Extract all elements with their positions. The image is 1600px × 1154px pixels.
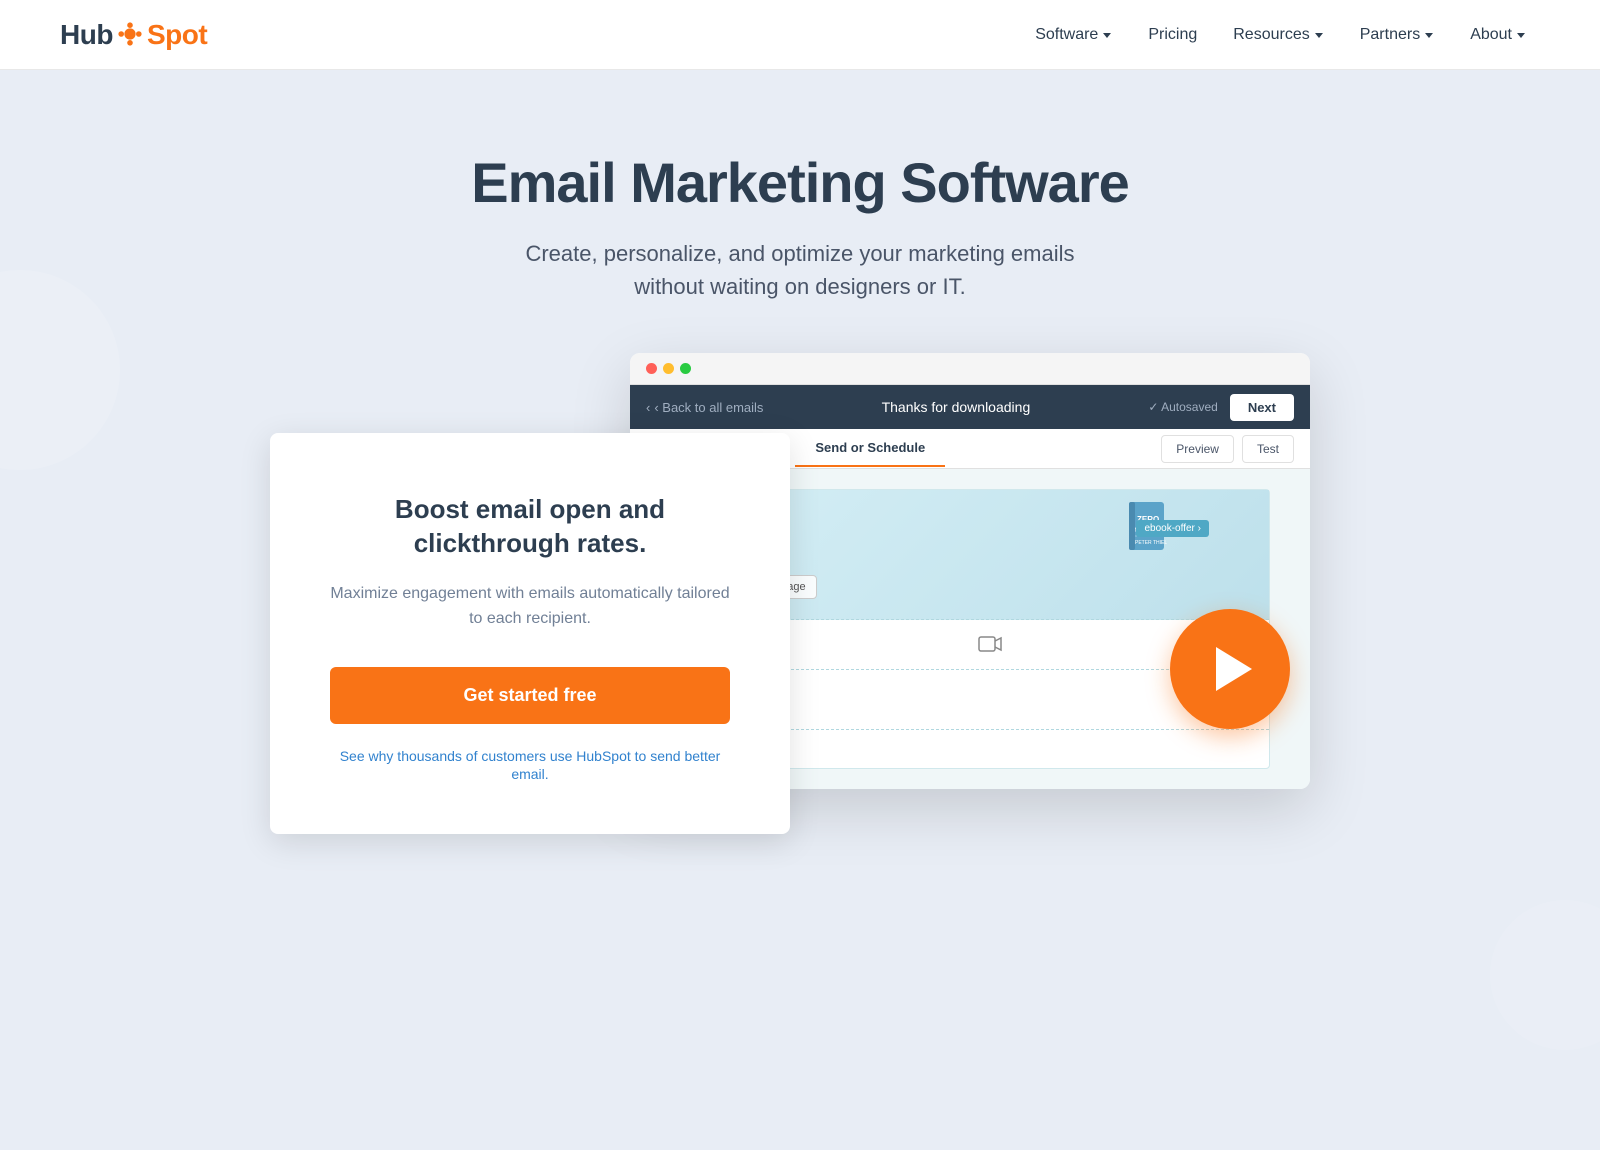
nav-item-software[interactable]: Software: [1021, 18, 1126, 52]
play-video-button[interactable]: [1170, 609, 1290, 729]
browser-dot-green: [680, 363, 691, 374]
nav-resources-label: Resources: [1233, 26, 1309, 44]
hero-title: Email Marketing Software: [471, 150, 1129, 215]
browser-dot-red: [646, 363, 657, 374]
logo-spot-text: Spot: [147, 19, 207, 51]
hubspot-sprocket-icon: [114, 18, 146, 50]
hero-subtitle: Create, personalize, and optimize your m…: [490, 237, 1110, 303]
next-button[interactable]: Next: [1230, 394, 1294, 421]
nav-item-resources[interactable]: Resources: [1219, 18, 1337, 52]
nav-about-label: About: [1470, 26, 1512, 44]
nav-item-about[interactable]: About: [1456, 18, 1540, 52]
software-chevron-icon: [1102, 30, 1112, 40]
app-toolbar: ‹ ‹ Back to all emails Thanks for downlo…: [630, 385, 1310, 429]
logo[interactable]: Hub Spot: [60, 19, 207, 51]
hero-section: Email Marketing Software Create, persona…: [0, 70, 1600, 1150]
partners-chevron-icon: [1424, 30, 1434, 40]
browser-chrome: [630, 353, 1310, 385]
feature-card: Boost email open and clickthrough rates.…: [270, 433, 790, 834]
toolbar-actions: ✓ Autosaved Next: [1148, 394, 1294, 421]
email-title: Thanks for downloading: [882, 399, 1031, 415]
play-triangle-icon: [1216, 647, 1252, 691]
back-label: ‹ Back to all emails: [654, 400, 763, 415]
social-proof-link[interactable]: See why thousands of customers use HubSp…: [340, 748, 721, 782]
nav-item-partners[interactable]: Partners: [1346, 18, 1448, 52]
ebook-offer-tag: ebook-offer ›: [1136, 520, 1209, 537]
nav-software-label: Software: [1035, 26, 1098, 44]
email-image-section: Select image ZERO to ONE PETER THIEL: [711, 490, 1269, 620]
nav-item-pricing[interactable]: Pricing: [1134, 18, 1211, 52]
test-button[interactable]: Test: [1242, 435, 1294, 463]
svg-text:PETER THIEL: PETER THIEL: [1135, 540, 1167, 546]
bg-decoration-left: [0, 270, 120, 470]
preview-button[interactable]: Preview: [1161, 435, 1234, 463]
ebook-tag-text: ebook-offer ›: [1144, 523, 1201, 534]
browser-dot-yellow: [663, 363, 674, 374]
nav-pricing-label: Pricing: [1148, 26, 1197, 44]
nav-partners-label: Partners: [1360, 26, 1420, 44]
tab-send-schedule[interactable]: Send or Schedule: [795, 430, 945, 467]
content-area: ‹ ‹ Back to all emails Thanks for downlo…: [350, 353, 1250, 813]
about-chevron-icon: [1516, 30, 1526, 40]
back-arrow-icon: ‹: [646, 400, 650, 415]
bg-decoration-right: [1490, 900, 1600, 1050]
video-icon: [978, 636, 1002, 654]
tab-send-label: Send or Schedule: [815, 440, 925, 455]
get-started-button[interactable]: Get started free: [330, 667, 730, 724]
logo-hub-text: Hub: [60, 19, 113, 51]
resources-chevron-icon: [1314, 30, 1324, 40]
autosaved-status: ✓ Autosaved: [1148, 400, 1217, 414]
back-to-emails[interactable]: ‹ ‹ Back to all emails: [646, 400, 763, 415]
nav-links: Software Pricing Resources Partners Abou…: [1021, 18, 1540, 52]
tab-action-buttons: Preview Test: [1161, 435, 1294, 463]
feature-card-title: Boost email open and clickthrough rates.: [330, 493, 730, 561]
feature-card-description: Maximize engagement with emails automati…: [330, 581, 730, 632]
navbar: Hub Spot Software Pricing Resources: [0, 0, 1600, 70]
